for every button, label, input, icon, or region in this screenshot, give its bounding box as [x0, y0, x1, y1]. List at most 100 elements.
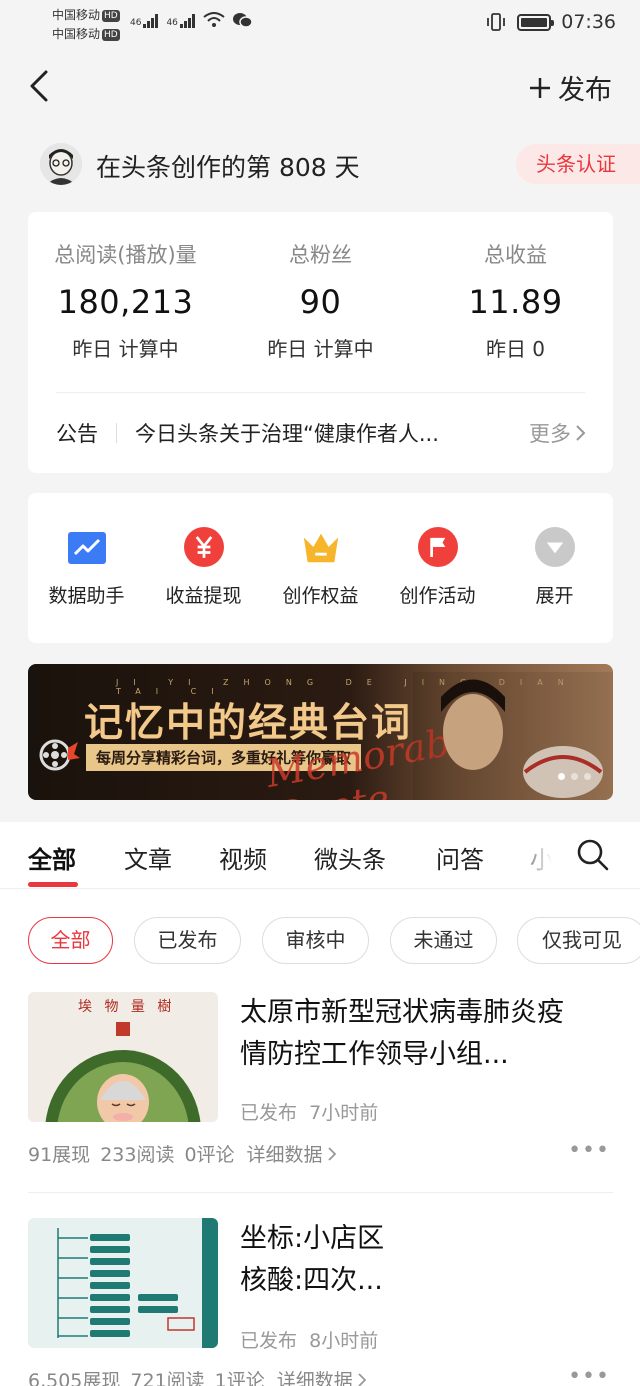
article-time: 8小时前: [309, 1330, 379, 1352]
tab-videos[interactable]: 视频: [219, 840, 267, 875]
certification-badge[interactable]: 头条认证: [516, 144, 640, 184]
tab-articles[interactable]: 文章: [124, 840, 172, 875]
stat-value: 90: [299, 283, 342, 321]
tool-label: 创作权益: [282, 585, 359, 607]
carrier-2: 中国移动: [52, 27, 101, 41]
stat-value: 11.89: [468, 283, 563, 321]
hd-badge: HD: [102, 29, 120, 41]
more-options-icon[interactable]: •••: [568, 1364, 610, 1386]
yen-icon: [183, 527, 224, 567]
chevron-right-icon: [327, 1146, 336, 1161]
network-type: 46: [130, 18, 142, 28]
tool-income-withdraw[interactable]: 收益提现: [145, 527, 262, 608]
impressions-count: 6,505展现: [28, 1370, 121, 1386]
stat-value: 180,213: [57, 283, 194, 321]
back-arrow-icon[interactable]: [26, 66, 50, 106]
chevron-right-icon: [358, 1372, 367, 1386]
creation-days: 在头条创作的第 808 天: [96, 153, 360, 182]
publish-label: 发布: [558, 75, 612, 106]
notice-label: 公告: [56, 422, 98, 446]
tab-active-indicator: [28, 882, 78, 887]
detail-data-link[interactable]: 详细数据: [277, 1366, 367, 1386]
tool-creator-rights[interactable]: 创作权益: [262, 527, 379, 608]
stat-total-fans[interactable]: 总粉丝 90 昨日 计算中: [223, 239, 418, 362]
signal-icon: 46: [166, 14, 195, 28]
detail-label: 详细数据: [246, 1144, 323, 1166]
stat-total-income[interactable]: 总收益 11.89 昨日 0: [418, 239, 613, 362]
tool-creator-activities[interactable]: 创作活动: [379, 527, 496, 608]
film-reel-icon: [39, 739, 80, 771]
actor-photo: [413, 672, 613, 800]
status-carriers: 中国移动 HD 中国移动 HD: [52, 6, 120, 44]
flag-icon: [417, 527, 458, 567]
tool-label: 创作活动: [399, 585, 476, 607]
stat-sub: 昨日 计算中: [72, 337, 179, 361]
vibrate-icon: [487, 13, 506, 31]
hd-badge: HD: [102, 10, 120, 22]
carousel-dots[interactable]: [558, 773, 591, 780]
plus-icon: [530, 77, 550, 98]
article-status: 已发布: [240, 1330, 298, 1352]
tab-qa[interactable]: 问答: [436, 840, 484, 875]
article-thumbnail[interactable]: [28, 1218, 218, 1348]
chart-icon: [67, 527, 107, 567]
chevron-right-icon: [576, 425, 586, 441]
network-type: 46: [166, 18, 178, 28]
avatar[interactable]: [40, 143, 82, 185]
stat-label: 总阅读(播放)量: [54, 243, 197, 267]
stat-sub: 昨日 计算中: [267, 337, 374, 361]
signal-icon: 46: [130, 14, 159, 28]
filter-private[interactable]: 仅我可见: [517, 917, 640, 964]
filter-reviewing[interactable]: 审核中: [262, 917, 369, 964]
status-time: 07:36: [561, 11, 616, 33]
article-title[interactable]: 太原市新型冠状病毒肺炎疫 情防控工作领导小组...: [240, 992, 600, 1076]
comments-count: 0评论: [184, 1144, 235, 1166]
stat-label: 总收益: [484, 243, 547, 267]
carrier-1: 中国移动: [52, 8, 101, 22]
stat-total-reads[interactable]: 总阅读(播放)量 180,213 昨日 计算中: [28, 239, 223, 362]
filter-rejected[interactable]: 未通过: [390, 917, 497, 964]
tools-card: 数据助手 收益提现 创作权益 创作活动 展开: [28, 493, 613, 643]
search-icon[interactable]: [576, 838, 610, 872]
detail-label: 详细数据: [276, 1370, 353, 1386]
tool-label: 数据助手: [48, 585, 125, 607]
tab-micro-posts[interactable]: 微头条: [314, 840, 386, 875]
wifi-icon: [203, 12, 225, 27]
title-line: 情防控工作领导小组...: [240, 1039, 509, 1070]
divider: [28, 1192, 613, 1193]
notice-text[interactable]: 今日头条关于治理“健康作者人...: [135, 418, 529, 448]
impressions-count: 91展现: [28, 1144, 91, 1166]
tabs-fade: [510, 830, 570, 880]
detail-data-link[interactable]: 详细数据: [247, 1140, 337, 1167]
divider: [116, 423, 117, 443]
crown-icon: [301, 527, 341, 567]
expand-icon: [534, 527, 575, 567]
tab-all[interactable]: 全部: [28, 840, 76, 875]
article-status: 已发布: [240, 1102, 298, 1124]
article-meta: 已发布 8小时前: [240, 1326, 378, 1353]
more-label: 更多: [529, 422, 571, 446]
wechat-icon: [232, 13, 253, 28]
more-options-icon[interactable]: •••: [568, 1138, 610, 1163]
article-thumbnail[interactable]: 埃 物 量 樹: [28, 992, 218, 1122]
notice-more-link[interactable]: 更多: [529, 418, 587, 448]
article-title[interactable]: 坐标:小店区 核酸:四次...: [240, 1218, 600, 1302]
comments-count: 1评论: [214, 1370, 265, 1386]
divider: [0, 888, 640, 889]
tool-data-assistant[interactable]: 数据助手: [28, 527, 145, 608]
article-meta: 已发布 7小时前: [240, 1098, 378, 1125]
battery-icon: [517, 13, 555, 31]
title-line: 太原市新型冠状病毒肺炎疫: [240, 997, 564, 1028]
tool-label: 收益提现: [165, 585, 242, 607]
divider: [56, 392, 585, 393]
stat-label: 总粉丝: [289, 243, 352, 267]
tool-label: 展开: [535, 585, 574, 607]
notice-row[interactable]: 公告 今日头条关于治理“健康作者人... 更多: [56, 418, 587, 448]
filter-all[interactable]: 全部: [28, 917, 113, 964]
filter-published[interactable]: 已发布: [134, 917, 241, 964]
title-line: 坐标:小店区: [240, 1223, 385, 1254]
status-right: 07:36: [485, 11, 616, 33]
publish-button[interactable]: 发布: [528, 68, 612, 107]
tool-expand[interactable]: 展开: [496, 527, 613, 608]
promo-banner[interactable]: JI YI ZHONG DE JING DIAN TAI CI 记忆中的经典台词…: [28, 664, 613, 800]
